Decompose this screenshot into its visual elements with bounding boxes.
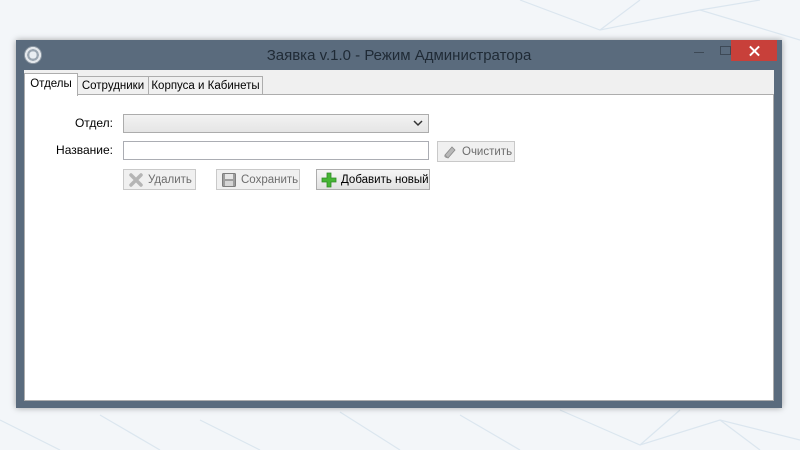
add-new-button[interactable]: Добавить новый [316,169,430,190]
clear-button-label: Очистить [462,145,513,158]
eraser-icon [442,144,458,160]
minimize-button[interactable] [686,40,712,61]
close-button[interactable] [731,40,777,61]
tab-employees[interactable]: Сотрудники [77,76,149,95]
title-bar[interactable]: Заявка v.1.0 - Режим Администратора [16,40,782,70]
window-client-area: Отделы Сотрудники Корпуса и Кабинеты Отд… [24,70,774,401]
floppy-disk-icon [221,172,237,188]
tab-buildings-rooms[interactable]: Корпуса и Кабинеты [148,76,263,95]
department-select[interactable] [123,114,429,133]
add-new-button-label: Добавить новый [341,173,429,186]
delete-button[interactable]: Удалить [123,169,196,190]
delete-button-label: Удалить [148,173,192,186]
tab-departments[interactable]: Отделы [24,73,78,96]
tab-panel-departments: Отдел: Название: Очистить Удалить Сохран… [24,94,774,401]
main-window: Заявка v.1.0 - Режим Администратора Отде… [16,40,782,408]
save-button[interactable]: Сохранить [216,169,300,190]
name-label: Название: [56,143,113,157]
chevron-down-icon [413,118,423,131]
plus-icon [321,172,337,188]
department-label: Отдел: [74,116,113,130]
save-button-label: Сохранить [241,173,299,186]
window-title: Заявка v.1.0 - Режим Администратора [266,47,532,64]
name-input[interactable] [123,141,429,160]
clear-button[interactable]: Очистить [437,141,515,162]
delete-x-icon [128,172,144,188]
